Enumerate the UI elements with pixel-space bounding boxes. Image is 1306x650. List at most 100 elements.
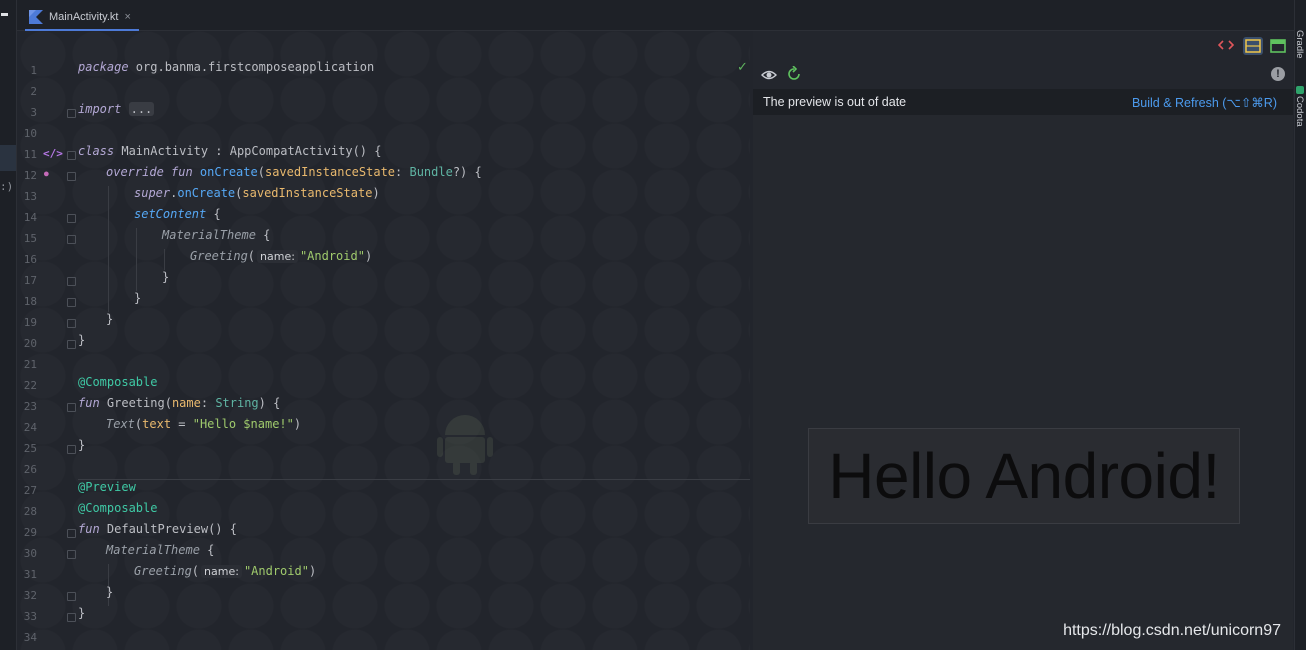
gutter-line: 29	[17, 522, 76, 543]
code-line[interactable]: @Composable	[78, 501, 157, 522]
fold-marker[interactable]	[67, 613, 76, 622]
build-refresh-link[interactable]: Build & Refresh (⌥⇧⌘R)	[1132, 95, 1277, 110]
code-view-icon[interactable]: </>	[43, 147, 63, 160]
code-line[interactable]: }	[78, 438, 85, 459]
fold-marker[interactable]	[67, 529, 76, 538]
line-number: 11	[23, 148, 37, 161]
android-watermark-icon	[437, 415, 493, 475]
refresh-icon[interactable]	[786, 66, 802, 82]
code-line[interactable]: @Preview	[78, 480, 136, 501]
gutter-line: 27	[17, 480, 73, 501]
code-line[interactable]: class MainActivity : AppCompatActivity()…	[78, 144, 381, 165]
code-line[interactable]: Greeting(name: "Android")	[190, 249, 372, 270]
eye-icon[interactable]	[761, 67, 777, 83]
codota-tool-tab[interactable]: Codota	[1294, 96, 1305, 127]
code-line[interactable]: override fun onCreate(savedInstanceState…	[106, 165, 482, 186]
line-number: 22	[23, 379, 37, 392]
parameter-hint: name:	[257, 250, 298, 263]
code-line[interactable]: }	[106, 312, 113, 333]
gutter-line: 34	[17, 627, 73, 648]
line-number: 1	[30, 64, 37, 77]
fold-marker[interactable]	[67, 403, 76, 412]
fold-marker[interactable]	[67, 298, 76, 307]
line-number: 18	[23, 295, 37, 308]
line-number: 17	[23, 274, 37, 287]
line-number: 24	[23, 421, 37, 434]
code-line[interactable]: Text(text = "Hello $name!")	[106, 417, 301, 438]
line-number: 14	[23, 211, 37, 224]
code-line[interactable]: }	[106, 585, 113, 606]
code-line[interactable]: super.onCreate(savedInstanceState)	[134, 186, 380, 207]
code-line[interactable]: }	[162, 270, 169, 291]
fold-marker[interactable]	[67, 235, 76, 244]
gutter-line: 25	[17, 438, 76, 459]
fold-marker[interactable]	[67, 319, 76, 328]
close-icon[interactable]: ×	[124, 11, 130, 23]
code-mode-icon[interactable]	[1218, 37, 1234, 53]
code-line[interactable]: package org.banma.firstcomposeapplicatio…	[78, 60, 374, 81]
gutter-line: 16	[17, 249, 73, 270]
code-line[interactable]: MaterialTheme {	[106, 543, 214, 564]
line-number: 32	[23, 589, 37, 602]
line-number: 27	[23, 484, 37, 497]
code-editor[interactable]: 1 2 3 10 11 </> 12 ● 13 14 15 16 17 18 19 …	[17, 31, 750, 650]
kotlin-file-icon	[29, 10, 43, 24]
gutter-line: 14	[17, 207, 76, 228]
code-line[interactable]: fun DefaultPreview() {	[78, 522, 237, 543]
code-line[interactable]: }	[134, 291, 141, 312]
line-number: 29	[23, 526, 37, 539]
folded-imports[interactable]: ...	[128, 102, 155, 116]
fold-marker[interactable]	[67, 340, 76, 349]
code-line[interactable]: fun Greeting(name: String) {	[78, 396, 280, 417]
minimize-icon[interactable]	[1, 13, 8, 16]
left-tool-strip: :)	[0, 0, 17, 650]
gutter-line: 19	[17, 312, 76, 333]
line-number: 2	[30, 85, 37, 98]
line-number: 19	[23, 316, 37, 329]
design-mode-icon[interactable]	[1270, 38, 1286, 54]
code-line[interactable]: setContent {	[134, 207, 221, 228]
codota-icon	[1296, 86, 1304, 94]
fold-marker[interactable]	[67, 277, 76, 286]
override-icon[interactable]: ●	[43, 168, 50, 180]
line-number: 13	[23, 190, 37, 203]
fold-marker[interactable]	[67, 214, 76, 223]
tab-mainactivity[interactable]: MainActivity.kt ×	[25, 5, 139, 31]
function-separator	[78, 479, 750, 480]
code-line[interactable]: }	[78, 333, 85, 354]
line-number: 12	[23, 169, 37, 182]
gutter-line: 12 ●	[17, 165, 76, 186]
rendered-greeting-text: Hello Android!	[828, 440, 1220, 512]
code-line[interactable]: MaterialTheme {	[162, 228, 270, 249]
preview-canvas[interactable]: Hello Android! https://blog.csdn.net/uni…	[753, 115, 1293, 650]
line-number: 3	[30, 106, 37, 119]
gutter-line: 2	[17, 81, 73, 102]
indent-guide	[136, 228, 137, 291]
fold-marker[interactable]	[67, 592, 76, 601]
warning-icon[interactable]: !	[1271, 67, 1285, 81]
gutter-line: 23	[17, 396, 76, 417]
fold-marker[interactable]	[67, 151, 76, 160]
line-number: 23	[23, 400, 37, 413]
gutter-line: 32	[17, 585, 76, 606]
fold-marker[interactable]	[67, 550, 76, 559]
code-line[interactable]: Greeting(name: "Android")	[134, 564, 316, 585]
code-line[interactable]: @Composable	[78, 375, 157, 396]
gutter-line: 20	[17, 333, 76, 354]
rendered-composable[interactable]: Hello Android!	[808, 428, 1240, 524]
line-number: 28	[23, 505, 37, 518]
code-line[interactable]: }	[78, 606, 85, 627]
gradle-tool-tab[interactable]: Gradle	[1294, 30, 1305, 59]
code-line[interactable]: import ...	[78, 102, 155, 123]
line-number: 33	[23, 610, 37, 623]
fold-marker[interactable]	[67, 109, 76, 118]
line-number: 25	[23, 442, 37, 455]
indent-guide	[108, 186, 109, 312]
split-mode-icon[interactable]	[1243, 37, 1263, 55]
fold-marker[interactable]	[67, 172, 76, 181]
fold-marker[interactable]	[67, 445, 76, 454]
gutter-line: 17	[17, 270, 76, 291]
parameter-hint: name:	[201, 565, 242, 578]
line-number: 30	[23, 547, 37, 560]
inspection-ok-icon[interactable]: ✓	[737, 59, 748, 75]
